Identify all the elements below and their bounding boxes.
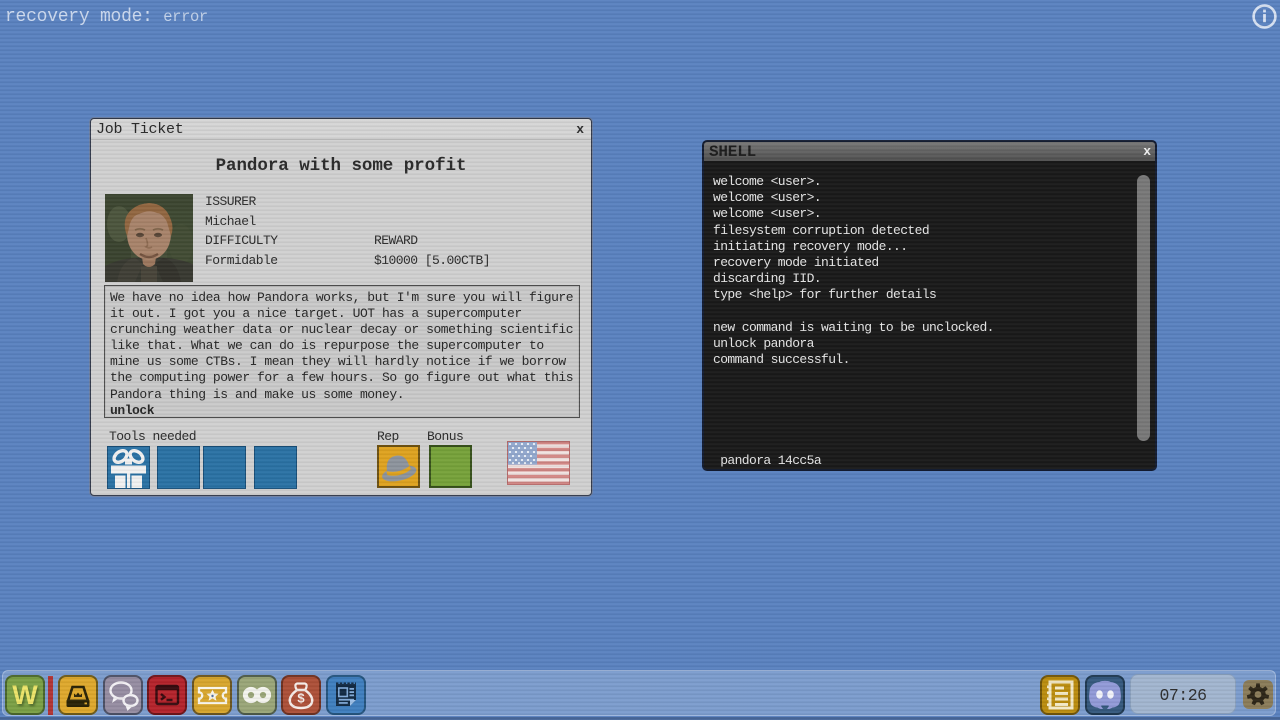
svg-text:$: $ — [297, 691, 305, 706]
